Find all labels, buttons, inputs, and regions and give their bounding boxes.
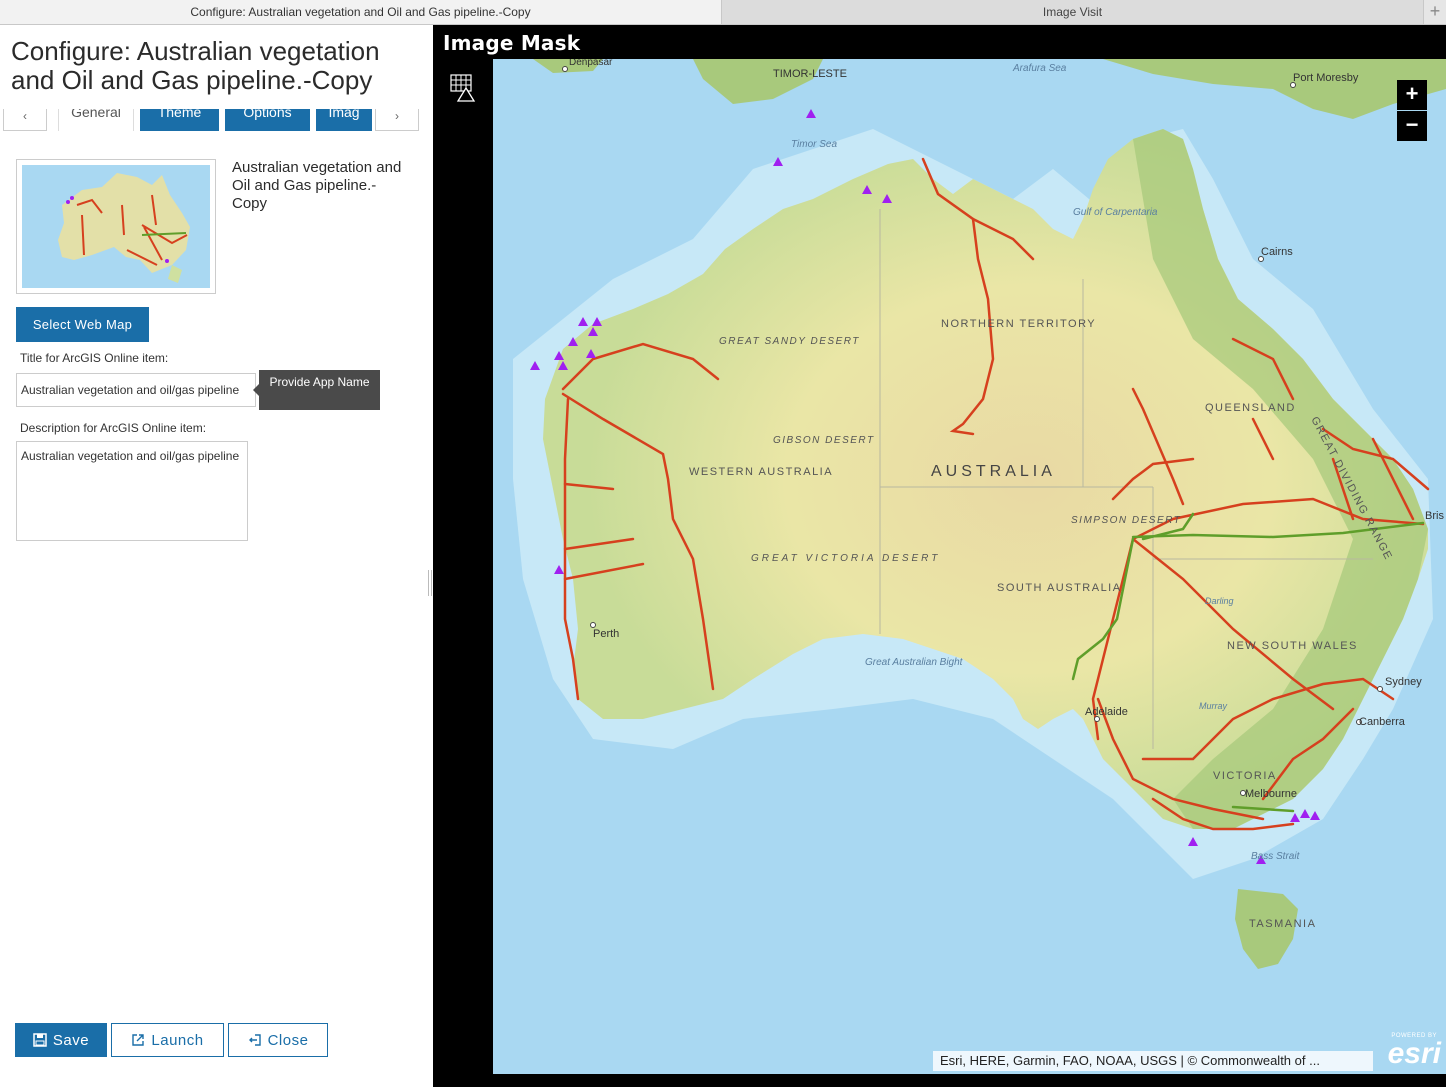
browser-tab-configure[interactable]: Configure: Australian vegetation and Oil… [0,0,722,24]
label-darling: Darling [1205,596,1234,606]
new-tab-button[interactable]: + [1424,0,1446,24]
label-sa: SOUTH AUSTRALIA [997,582,1122,594]
label-bight: Great Australian Bight [865,657,964,668]
save-label: Save [52,1031,90,1049]
title-input[interactable]: Australian vegetation and oil/gas pipeli… [16,373,256,407]
select-webmap-button[interactable]: Select Web Map [16,307,149,342]
tab-theme[interactable]: Theme [140,109,219,131]
label-gulf: Gulf of Carpentaria [1073,207,1158,218]
label-australia: AUSTRALIA [931,463,1056,480]
external-link-icon [132,1034,145,1046]
zoom-out-button[interactable]: − [1397,111,1427,141]
label-great-victoria: GREAT VICTORIA DESERT [751,553,940,564]
image-mask-tool-icon[interactable] [450,74,476,102]
label-great-sandy: GREAT SANDY DESERT [719,336,860,347]
title-field-label: Title for ArcGIS Online item: [20,351,169,365]
configure-panel: Configure: Australian vegetation and Oil… [0,25,432,1087]
webmap-thumbnail [16,159,216,294]
browser-tab-image-visit[interactable]: Image Visit [722,0,1424,24]
tab-options[interactable]: Options [225,109,310,131]
label-canberra: Canberra [1359,716,1406,728]
item-title: Australian vegetation and Oil and Gas pi… [232,159,402,212]
save-icon [33,1033,47,1047]
label-adelaide: Adelaide [1085,706,1128,718]
close-button[interactable]: Close [228,1023,328,1057]
launch-button[interactable]: Launch [111,1023,224,1057]
app-title: Image Mask [443,31,581,55]
label-brisbane: Bris [1425,510,1444,522]
browser-tab-strip: Configure: Australian vegetation and Oil… [0,0,1446,25]
label-melbourne: Melbourne [1245,788,1297,800]
label-timor-sea: Timor Sea [791,139,837,150]
label-queensland: QUEENSLAND [1205,402,1296,414]
tab-image[interactable]: Imag [316,109,372,131]
label-perth: Perth [593,628,619,640]
launch-label: Launch [151,1031,204,1049]
save-button[interactable]: Save [15,1023,107,1057]
label-tasmania: TASMANIA [1249,918,1316,930]
tab-general[interactable]: General [58,109,134,131]
label-sydney: Sydney [1385,676,1422,688]
panel-resize-handle[interactable] [428,570,432,596]
label-nsw: NEW SOUTH WALES [1227,640,1358,652]
tooltip: Provide App Name [253,370,380,410]
esri-brand: esri [1387,1037,1441,1070]
label-nt: NORTHERN TERRITORY [941,318,1096,330]
esri-logo[interactable]: POWERED BY esri [1379,1033,1441,1073]
map-attribution: Esri, HERE, Garmin, FAO, NOAA, USGS | © … [933,1051,1373,1071]
tabs-prev-button[interactable]: ‹ [3,109,47,131]
label-port-moresby: Port Moresby [1293,72,1359,84]
description-label: Description for ArcGIS Online item: [20,421,207,435]
label-cairns: Cairns [1261,246,1293,258]
page-title: Configure: Australian vegetation and Oil… [11,36,380,95]
label-victoria: VICTORIA [1213,770,1277,782]
label-gibson: GIBSON DESERT [773,435,875,446]
config-tabs: ‹ General Theme Options Imag › [0,109,432,133]
label-simpson: SIMPSON DESERT [1071,515,1181,526]
label-arafura-sea: Arafura Sea [1012,63,1067,74]
map-view[interactable]: TIMOR-LESTE Arafura Sea Timor Sea Port M… [493,59,1446,1074]
tool-strip [433,59,493,1074]
label-denpasar: Denpasar [569,59,613,68]
tabs-next-button[interactable]: › [375,109,419,131]
description-textarea[interactable]: Australian vegetation and oil/gas pipeli… [16,441,248,541]
close-label: Close [267,1031,309,1049]
zoom-in-button[interactable]: + [1397,80,1427,110]
exit-icon [248,1034,261,1046]
label-timor-leste: TIMOR-LESTE [773,68,847,80]
app-preview: Image Mask TIMOR-LESTE Arafura Sea Timor… [433,25,1446,1087]
label-murray: Murray [1199,701,1228,711]
basemap: TIMOR-LESTE Arafura Sea Timor Sea Port M… [493,59,1446,1074]
label-bass-strait: Bass Strait [1251,851,1301,862]
label-wa: WESTERN AUSTRALIA [689,466,833,478]
